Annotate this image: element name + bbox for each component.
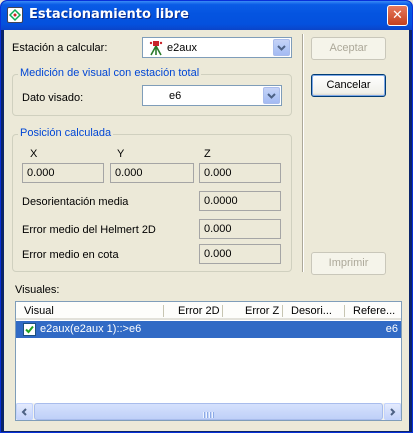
window-title: Estacionamiento libre — [29, 7, 189, 22]
scrollbar-thumb[interactable] — [34, 403, 383, 420]
col-error-z[interactable]: Error Z — [245, 305, 279, 317]
checkmark-icon — [25, 325, 34, 334]
row-checkbox[interactable] — [23, 323, 36, 336]
cota-label: Error medio en cota — [22, 249, 119, 261]
col-visual[interactable]: Visual — [24, 305, 54, 317]
horizontal-scrollbar[interactable] — [16, 403, 401, 420]
column-divider[interactable] — [163, 305, 164, 317]
col-error-2d[interactable]: Error 2D — [178, 305, 220, 317]
col-desorientacion[interactable]: Desori... — [291, 305, 332, 317]
y-value: 0.000 — [110, 163, 194, 183]
desorientacion-label: Desorientación media — [22, 196, 129, 208]
close-button[interactable]: ✕ — [387, 5, 408, 26]
dato-visado-value: e6 — [169, 90, 182, 102]
visuales-list[interactable]: Visual Error 2D Error Z Desori... Refere… — [15, 301, 402, 421]
helmert-label: Error medio del Helmert 2D — [22, 224, 156, 236]
dato-visado-select[interactable]: e6 — [142, 85, 282, 106]
desorientacion-value: 0.0000 — [199, 191, 281, 211]
column-divider[interactable] — [282, 305, 283, 317]
grip-icon — [203, 409, 215, 421]
station-select[interactable]: e2aux — [142, 37, 292, 58]
app-icon — [7, 7, 23, 23]
col-referencia[interactable]: Refere... — [353, 305, 395, 317]
list-header: Visual Error 2D Error Z Desori... Refere… — [16, 302, 401, 320]
aceptar-button[interactable]: Aceptar — [311, 37, 386, 60]
dato-visado-label: Dato visado: — [22, 92, 84, 104]
y-label: Y — [117, 148, 125, 160]
chevron-down-icon[interactable] — [273, 39, 290, 56]
x-value: 0.000 — [22, 163, 104, 183]
visuales-label: Visuales: — [15, 284, 60, 296]
chevron-down-icon[interactable] — [263, 87, 280, 104]
chevron-left-icon — [21, 408, 27, 416]
title-bar[interactable]: Estacionamiento libre ✕ — [1, 1, 412, 30]
x-label: X — [30, 148, 38, 160]
chevron-right-icon — [390, 408, 396, 416]
row-visual: e2aux(e2aux 1)::>e6 — [40, 323, 142, 335]
scroll-right-button[interactable] — [384, 403, 401, 420]
cancelar-button[interactable]: Cancelar — [311, 74, 386, 97]
helmert-value: 0.000 — [199, 219, 281, 239]
dialog-body: Estación a calcular: e2aux Medición de v… — [4, 30, 409, 431]
vertical-separator — [302, 34, 304, 272]
column-divider[interactable] — [222, 305, 223, 317]
station-value: e2aux — [167, 42, 197, 54]
scroll-left-button[interactable] — [16, 403, 33, 420]
imprimir-button[interactable]: Imprimir — [311, 252, 386, 275]
measurement-group-title: Medición de visual con estación total — [18, 67, 202, 79]
station-label: Estación a calcular: — [12, 42, 108, 54]
station-tripod-icon — [148, 40, 164, 59]
row-referencia: e6 — [385, 323, 398, 335]
z-label: Z — [204, 148, 211, 160]
cota-value: 0.000 — [199, 244, 281, 264]
column-divider[interactable] — [344, 305, 345, 317]
table-row[interactable]: e2aux(e2aux 1)::>e6 e6 — [16, 321, 401, 338]
position-group-title: Posición calculada — [18, 127, 114, 139]
z-value: 0.000 — [199, 163, 281, 183]
dialog-window: Estacionamiento libre ✕ Estación a calcu… — [0, 0, 413, 433]
